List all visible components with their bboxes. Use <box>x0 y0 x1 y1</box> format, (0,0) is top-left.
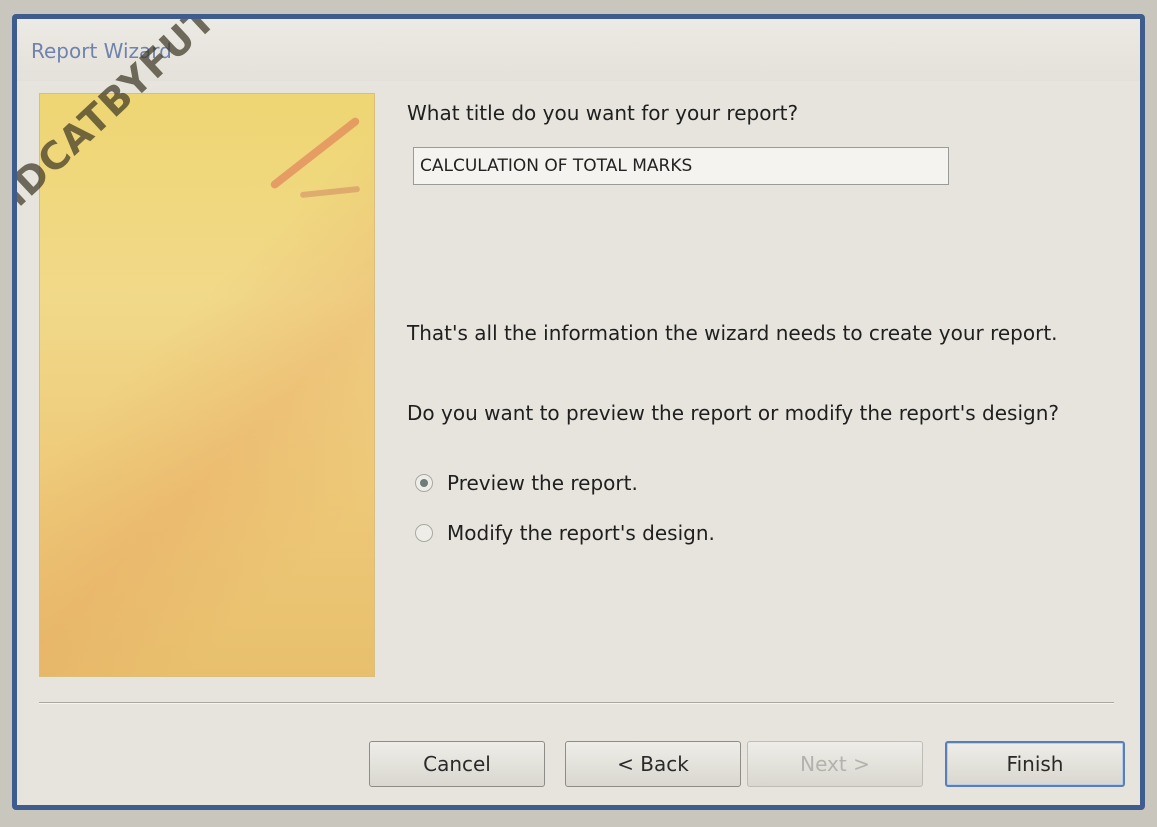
report-title-input[interactable] <box>413 147 949 185</box>
art-stroke-decoration <box>269 115 361 191</box>
report-title-question: What title do you want for your report? <box>407 101 799 125</box>
modify-option-label[interactable]: Modify the report's design. <box>447 521 715 545</box>
window-title: Report Wizard <box>31 39 172 63</box>
wizard-side-image <box>39 93 375 677</box>
wizard-info-text: That's all the information the wizard ne… <box>407 321 1058 345</box>
finish-button[interactable]: Finish <box>945 741 1125 787</box>
preview-question: Do you want to preview the report or mod… <box>407 401 1060 425</box>
modify-radio-button[interactable] <box>415 524 433 542</box>
next-button: Next > <box>747 741 923 787</box>
preview-option-label[interactable]: Preview the report. <box>447 471 638 495</box>
art-stroke-decoration-2 <box>299 185 361 199</box>
preview-radio-button[interactable] <box>415 474 433 492</box>
back-button[interactable]: < Back <box>565 741 741 787</box>
cancel-button[interactable]: Cancel <box>369 741 545 787</box>
preview-report-option[interactable]: Preview the report. <box>415 471 638 495</box>
title-bar: Report Wizard <box>17 19 1140 81</box>
report-wizard-dialog: Report Wizard MDCATBYFUTUREDOCTORS What … <box>12 14 1145 810</box>
button-separator <box>39 702 1114 704</box>
modify-design-option[interactable]: Modify the report's design. <box>415 521 715 545</box>
